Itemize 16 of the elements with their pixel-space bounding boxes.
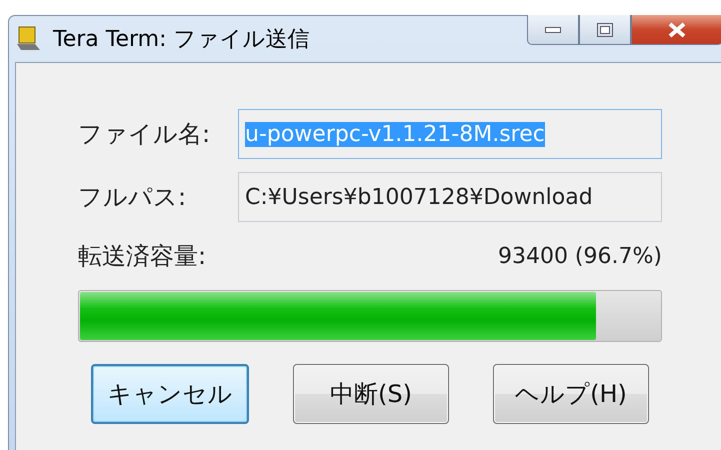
text-field[interactable]: C:¥Users¥b1007128¥Download bbox=[238, 172, 662, 222]
app-icon bbox=[15, 26, 41, 52]
field-label: フルパス: bbox=[78, 182, 188, 213]
maximize-icon bbox=[597, 22, 613, 36]
field-label: ファイル名: bbox=[78, 119, 212, 150]
dialog-button[interactable]: 中断(S) bbox=[293, 364, 449, 424]
transfer-label: 転送済容量: bbox=[78, 241, 208, 272]
dialog-button[interactable]: キャンセル bbox=[91, 364, 249, 424]
minimize-icon bbox=[545, 26, 561, 32]
close-button[interactable] bbox=[631, 15, 721, 45]
window-title: Tera Term: ファイル送信 bbox=[53, 26, 310, 54]
maximize-button[interactable] bbox=[579, 15, 631, 45]
close-icon bbox=[667, 22, 687, 38]
minimize-button[interactable] bbox=[527, 15, 579, 45]
dialog-button[interactable]: ヘルプ(H) bbox=[493, 364, 649, 424]
transfer-reading: 93400 (96.7%) bbox=[498, 244, 662, 268]
